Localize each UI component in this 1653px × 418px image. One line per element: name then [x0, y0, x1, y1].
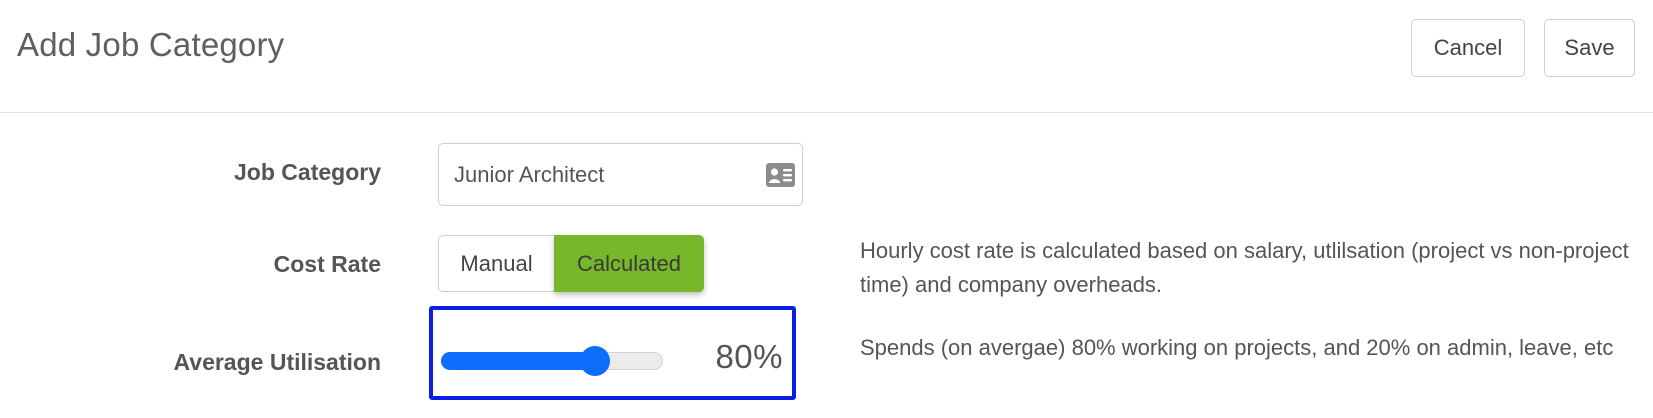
average-utilisation-label: Average Utilisation — [173, 349, 381, 375]
slider-fill — [441, 352, 595, 370]
job-category-field[interactable] — [438, 143, 803, 206]
cost-rate-toggle: Manual Calculated — [438, 235, 704, 292]
cost-rate-help-text: Hourly cost rate is calculated based on … — [860, 238, 1629, 297]
cancel-button[interactable]: Cancel — [1411, 19, 1525, 77]
job-category-input[interactable] — [454, 144, 744, 205]
slider-thumb[interactable] — [580, 346, 610, 376]
page-header: Add Job Category Cancel Save — [0, 0, 1653, 113]
utilisation-slider[interactable] — [441, 346, 663, 376]
page-title: Add Job Category — [17, 26, 285, 63]
cost-rate-label: Cost Rate — [273, 251, 381, 277]
job-category-label: Job Category — [234, 159, 381, 185]
cost-rate-calculated-option[interactable]: Calculated — [554, 235, 704, 292]
id-card-icon — [766, 163, 795, 187]
save-button[interactable]: Save — [1544, 19, 1635, 77]
average-utilisation-control: 80% — [429, 306, 796, 400]
utilisation-help-text: Spends (on avergae) 80% working on proje… — [860, 335, 1614, 360]
cost-rate-manual-option[interactable]: Manual — [438, 235, 554, 292]
utilisation-value: 80% — [715, 338, 783, 375]
